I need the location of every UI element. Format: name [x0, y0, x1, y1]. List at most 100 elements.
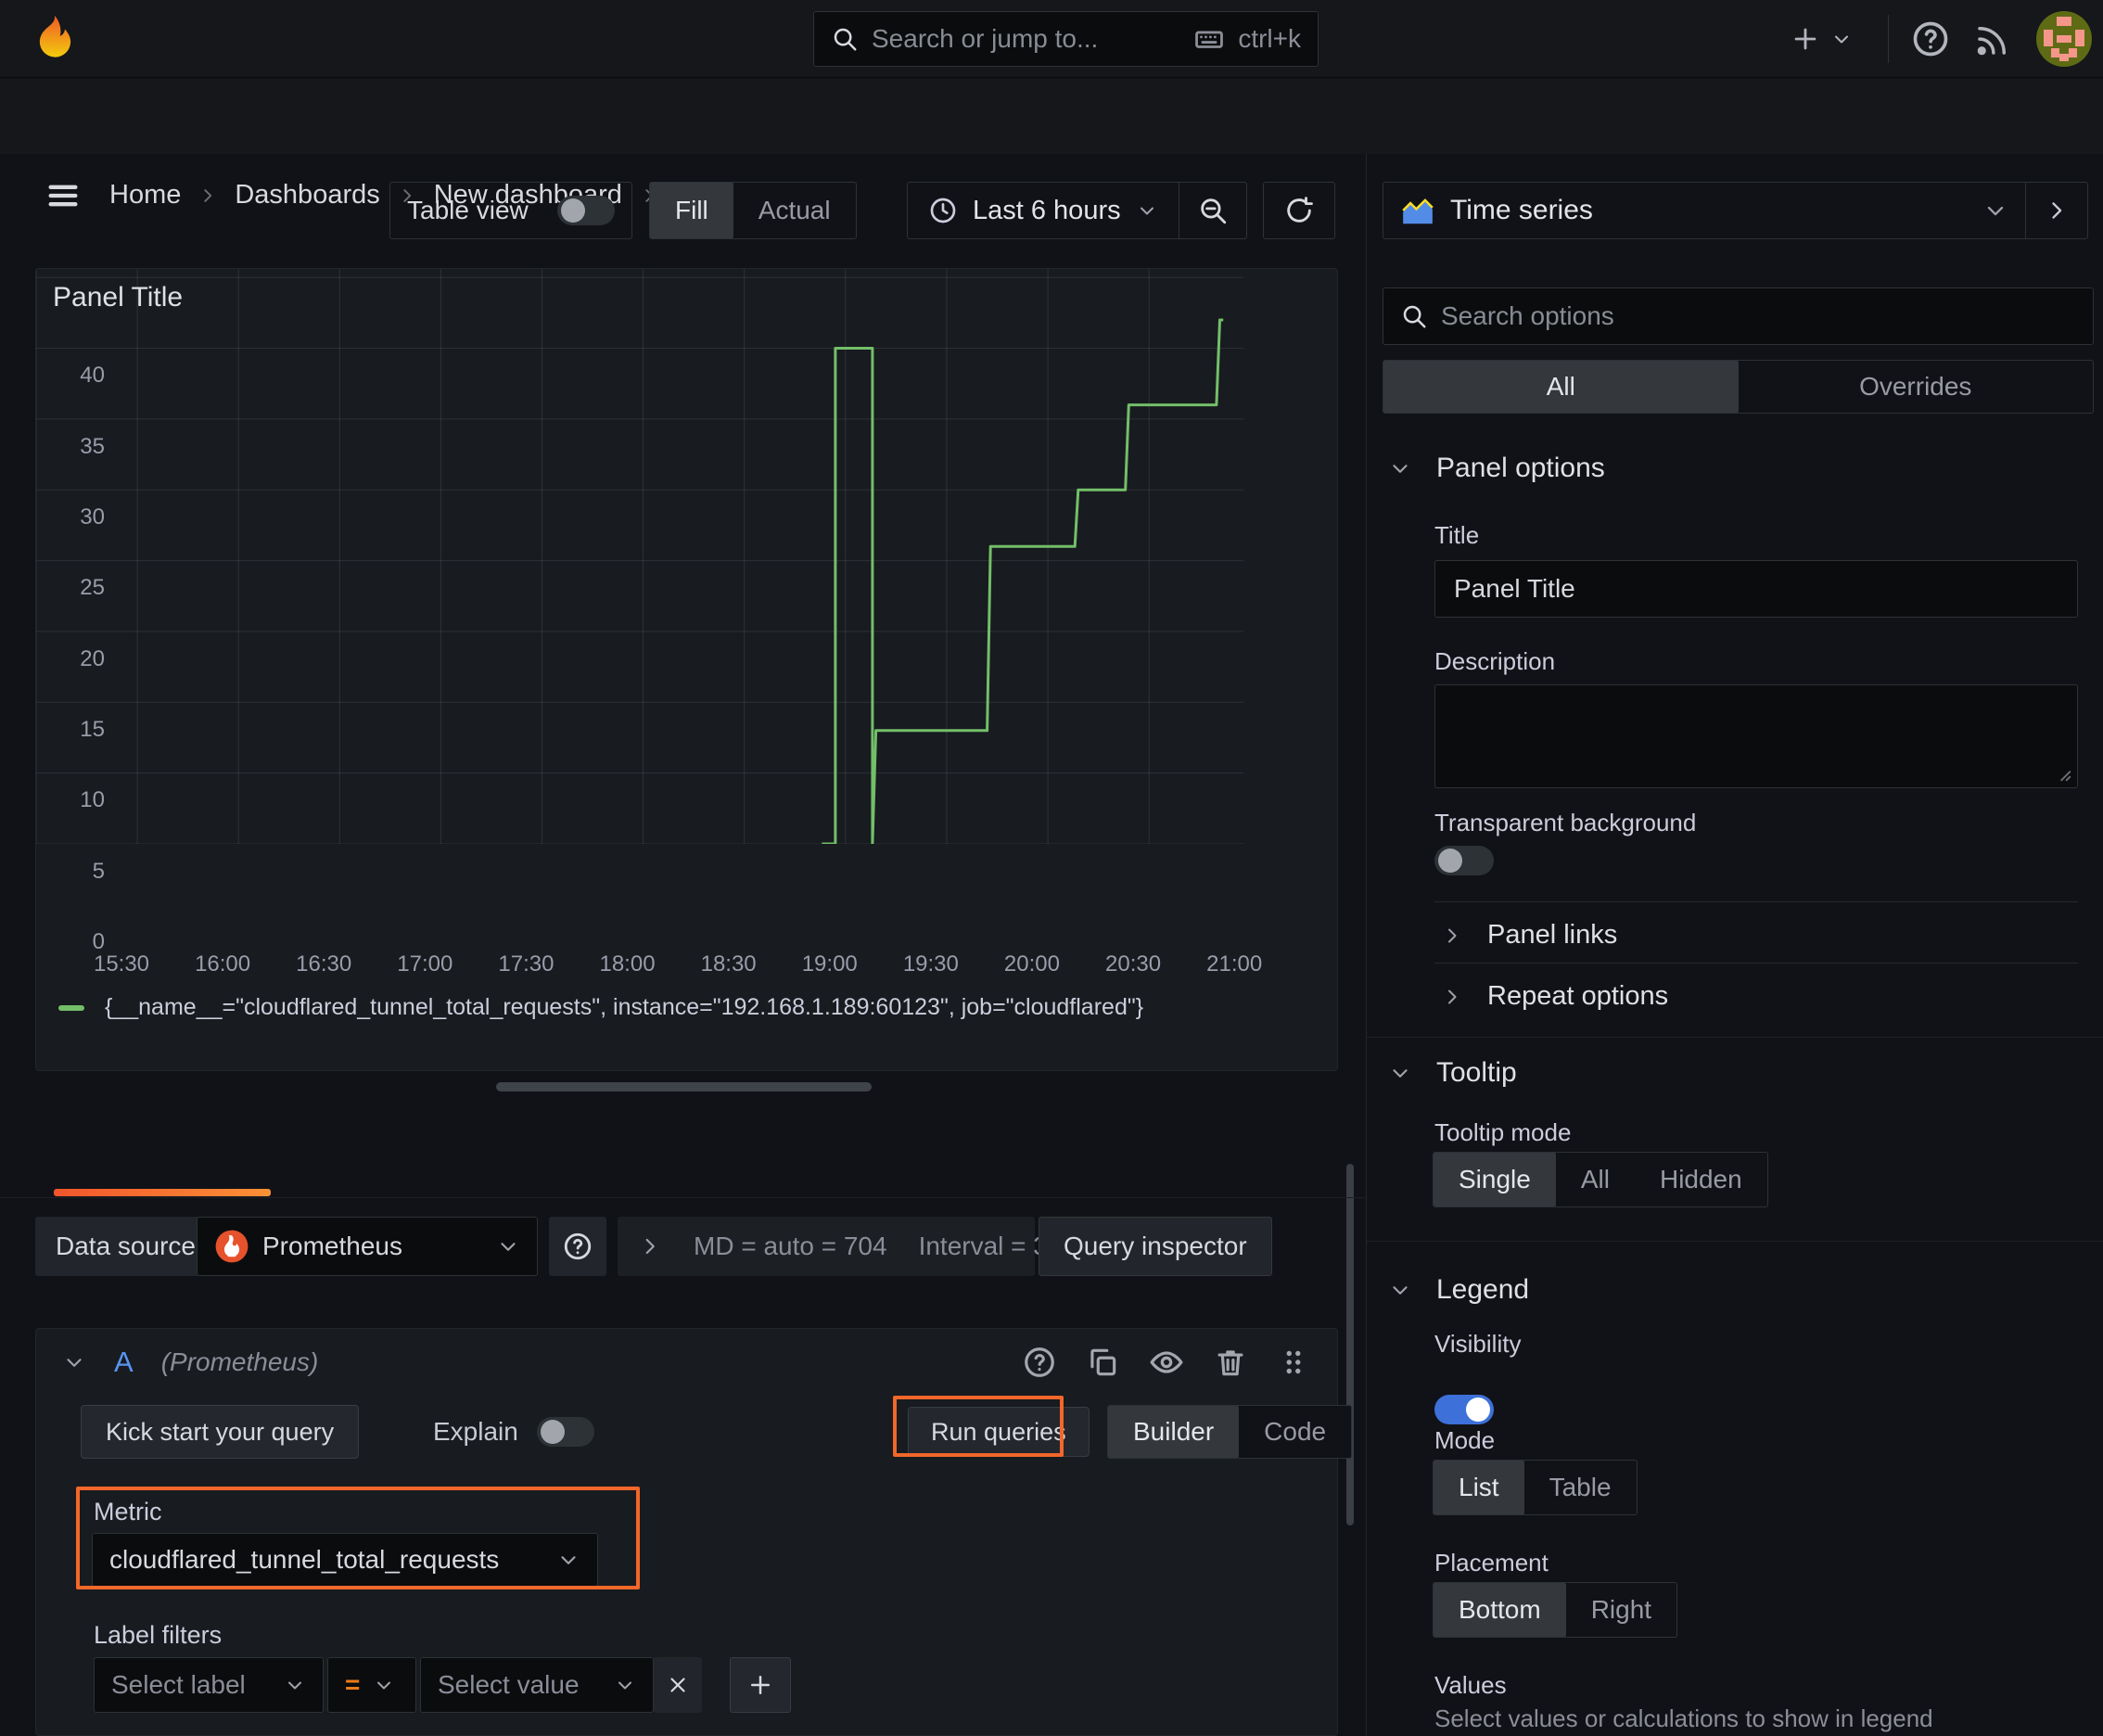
datasource-help-button[interactable] [549, 1217, 606, 1276]
chevron-right-icon [2052, 202, 2062, 219]
query-inspector-button[interactable]: Query inspector [1039, 1217, 1272, 1276]
breadcrumb-home[interactable]: Home [109, 180, 181, 211]
panel-title-field[interactable] [1434, 560, 2078, 618]
search-icon [834, 28, 857, 51]
mode-list-option[interactable]: List [1434, 1461, 1524, 1514]
refresh-button[interactable] [1263, 182, 1335, 239]
duplicate-query-icon[interactable] [1085, 1345, 1120, 1380]
transparent-background-toggle[interactable] [1434, 846, 1494, 875]
divider [1434, 901, 2078, 902]
query-tabs-row: Query 1 Transform data 0 Alert 0 [0, 1118, 1366, 1198]
query-row-header[interactable]: A (Prometheus) [36, 1329, 1337, 1396]
values-label: Values [1434, 1671, 1507, 1699]
fill-actual-segment: Fill Actual [649, 182, 857, 239]
user-avatar[interactable] [2036, 11, 2092, 71]
resize-handle-icon[interactable] [2053, 763, 2073, 784]
tooltip-single-option[interactable]: Single [1434, 1153, 1556, 1206]
placement-bottom-option[interactable]: Bottom [1434, 1583, 1566, 1637]
chevron-down-icon [67, 1359, 82, 1367]
panel-options-title: Panel options [1436, 453, 1605, 483]
legend-placement-segment: Bottom Right [1433, 1582, 1678, 1638]
chevron-down-icon [1393, 1069, 1408, 1078]
panel-title[interactable]: Panel Title [53, 282, 183, 313]
legend-visibility-toggle[interactable] [1434, 1395, 1494, 1424]
vertical-scrollbar-thumb[interactable] [1346, 1164, 1354, 1525]
datasource-value: Prometheus [262, 1232, 402, 1260]
description-textarea[interactable] [1435, 685, 2077, 787]
legend-header[interactable]: Legend [1388, 1274, 1529, 1306]
mega-menu-button[interactable] [45, 177, 82, 219]
operator-dropdown[interactable]: = [327, 1657, 416, 1713]
global-search-box[interactable]: ctrl+k [813, 11, 1319, 67]
tooltip-hidden-option[interactable]: Hidden [1635, 1153, 1767, 1206]
remove-filter-button[interactable] [654, 1657, 702, 1713]
panel-options-header[interactable]: Panel options [1388, 453, 1605, 484]
select-value-dropdown[interactable]: Select value [420, 1657, 654, 1713]
select-label-placeholder: Select label [111, 1670, 246, 1699]
metric-label: Metric [94, 1498, 162, 1525]
time-series-chart[interactable] [35, 269, 1243, 846]
chevron-down-icon [501, 1243, 516, 1251]
grafana-logo[interactable] [28, 12, 82, 66]
panel-links-header[interactable]: Panel links [1441, 920, 1617, 951]
query-help-icon[interactable] [1022, 1345, 1057, 1380]
explain-label: Explain [433, 1417, 518, 1446]
builder-code-segment: Builder Code [1107, 1405, 1353, 1459]
repeat-options-header[interactable]: Repeat options [1441, 981, 1668, 1012]
new-button[interactable] [1790, 19, 1853, 59]
kick-start-query-button[interactable]: Kick start your query [81, 1405, 360, 1459]
table-view-label: Table view [407, 196, 529, 224]
title-label: Title [1434, 521, 1480, 549]
search-options-box[interactable] [1383, 287, 2094, 345]
keyboard-icon [1195, 31, 1224, 48]
panel-title-input[interactable] [1454, 574, 2058, 604]
tooltip-mode-segment: Single All Hidden [1433, 1152, 1768, 1207]
actual-option[interactable]: Actual [733, 183, 856, 238]
search-options-input[interactable] [1441, 301, 2076, 331]
delete-query-icon[interactable] [1213, 1345, 1248, 1380]
query-options-group[interactable]: MD = auto = 704 Interval = 30s [618, 1217, 1075, 1276]
zoom-out-button[interactable] [1179, 183, 1246, 238]
section-divider [1367, 1241, 2103, 1242]
drag-handle-icon[interactable] [1276, 1345, 1311, 1380]
builder-option[interactable]: Builder [1108, 1406, 1240, 1458]
panel-resize-handle[interactable] [496, 1082, 872, 1091]
description-field[interactable] [1434, 684, 2078, 788]
mode-table-option[interactable]: Table [1524, 1461, 1637, 1514]
legend-item[interactable]: {__name__="cloudflared_tunnel_total_requ… [58, 994, 1143, 1021]
explain-toggle[interactable] [536, 1417, 594, 1447]
zoom-out-icon [1200, 198, 1226, 224]
all-tab[interactable]: All [1383, 361, 1739, 413]
global-search-input[interactable] [872, 24, 1181, 54]
fill-option[interactable]: Fill [650, 183, 733, 238]
metric-select[interactable]: cloudflared_tunnel_total_requests [92, 1533, 598, 1587]
help-button[interactable] [1910, 19, 1951, 64]
code-option[interactable]: Code [1239, 1406, 1351, 1458]
all-overrides-segment: All Overrides [1383, 360, 2094, 414]
overrides-tab[interactable]: Overrides [1739, 361, 2094, 413]
search-shortcut: ctrl+k [1238, 24, 1301, 53]
run-queries-button[interactable]: Run queries [908, 1407, 1090, 1457]
select-label-dropdown[interactable]: Select label [94, 1657, 324, 1713]
add-filter-button[interactable] [730, 1657, 791, 1713]
time-range-button[interactable]: Last 6 hours [908, 183, 1179, 238]
datasource-label: Data source [56, 1232, 196, 1260]
breadcrumb-dashboards[interactable]: Dashboards [235, 180, 379, 211]
datasource-picker[interactable]: Prometheus [197, 1217, 538, 1276]
table-view-toggle[interactable] [557, 196, 615, 225]
news-button[interactable] [1973, 20, 2012, 64]
tooltip-header[interactable]: Tooltip [1388, 1057, 1517, 1089]
chevron-down-icon [1140, 207, 1153, 215]
time-picker-group: Last 6 hours [907, 182, 1247, 239]
tooltip-title: Tooltip [1436, 1057, 1517, 1088]
tooltip-mode-label: Tooltip mode [1434, 1118, 1572, 1146]
placement-right-option[interactable]: Right [1566, 1583, 1676, 1637]
query-editor-card: A (Prometheus) Kick start your query Exp… [35, 1328, 1353, 1736]
chevron-down-icon [561, 1556, 576, 1564]
visualization-picker[interactable]: Time series [1383, 182, 2088, 239]
chevron-right-icon [645, 1238, 655, 1255]
hide-response-eye-icon[interactable] [1148, 1344, 1185, 1381]
panel-preview: Panel Title 0 5 10 15 20 25 30 35 40 15:30 16:00 1… [35, 268, 1338, 1071]
tooltip-all-option[interactable]: All [1556, 1153, 1635, 1206]
collapse-pane-button[interactable] [2026, 183, 2087, 238]
